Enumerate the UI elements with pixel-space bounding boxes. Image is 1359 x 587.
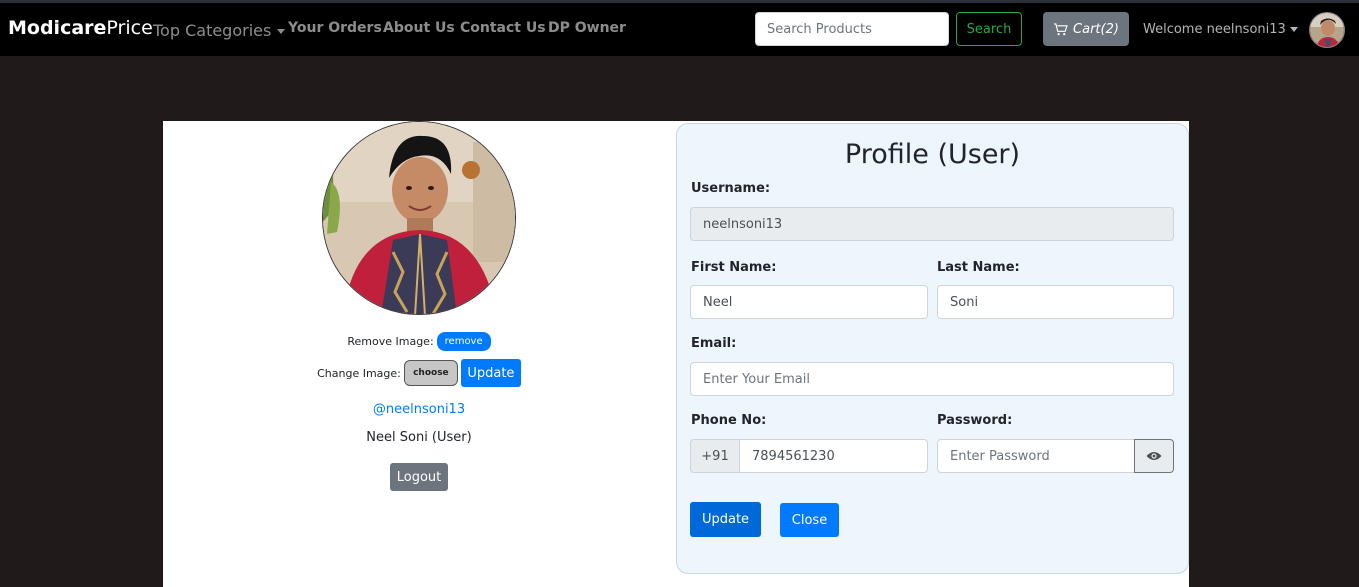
caret-down-icon (1289, 27, 1298, 32)
caret-down-icon (277, 29, 286, 34)
remove-image-button[interactable]: remove (436, 331, 491, 351)
user-dropdown[interactable]: Welcome neelnsoni13 (1143, 22, 1298, 37)
update-image-button[interactable]: Update (460, 359, 521, 387)
toggle-password-button[interactable] (1134, 439, 1174, 473)
nav-your-orders[interactable]: Your Orders (288, 20, 382, 36)
full-name: Neel Soni (User) (366, 430, 472, 445)
update-profile-button[interactable]: Update (690, 502, 761, 537)
close-button[interactable]: Close (780, 503, 839, 537)
username-field[interactable] (690, 207, 1174, 241)
cart-label: Cart(2) (1073, 21, 1119, 37)
nav-top-categories-dropdown[interactable]: Top Categories (153, 21, 286, 40)
phone-country-code: +91 (690, 439, 740, 473)
change-image-label: Change Image: (317, 366, 401, 380)
search-button[interactable]: Search (956, 12, 1022, 46)
choose-image-button[interactable]: choose (403, 360, 458, 386)
brand-logo[interactable]: ModicarePrice (8, 17, 153, 39)
email-field[interactable] (690, 362, 1174, 396)
avatar[interactable] (1309, 12, 1345, 48)
remove-image-label: Remove Image: (347, 334, 434, 348)
last-name-label: Last Name: (937, 260, 1020, 275)
nav-dp-owner[interactable]: DP Owner (548, 20, 626, 36)
page-title: Profile (User) (844, 139, 1021, 170)
username-label: Username: (691, 181, 771, 196)
password-label: Password: (937, 413, 1013, 428)
search-input[interactable] (755, 12, 949, 46)
phone-field[interactable] (739, 439, 928, 473)
eye-icon (1146, 452, 1162, 460)
phone-label: Phone No: (691, 413, 767, 428)
nav-about-us[interactable]: About Us (383, 20, 455, 36)
first-name-label: First Name: (691, 260, 777, 275)
nav-contact-us[interactable]: Contact Us (460, 20, 546, 36)
remove-image-row: Remove Image: remove (163, 330, 675, 352)
avatar-image (1310, 13, 1344, 47)
profile-image (323, 122, 515, 314)
cart-button[interactable]: Cart(2) (1043, 12, 1129, 46)
cart-icon (1054, 22, 1068, 35)
logout-button[interactable]: Logout (390, 463, 448, 491)
profile-photo (322, 121, 516, 315)
navbar: ModicarePrice Top Categories Your Orders… (0, 0, 1359, 56)
password-field[interactable] (937, 439, 1135, 473)
username-handle-link[interactable]: @neelnsoni13 (163, 402, 675, 417)
first-name-field[interactable] (690, 285, 928, 319)
change-image-row: Change Image: choose Update (163, 359, 675, 387)
email-label: Email: (691, 336, 737, 351)
last-name-field[interactable] (937, 285, 1174, 319)
